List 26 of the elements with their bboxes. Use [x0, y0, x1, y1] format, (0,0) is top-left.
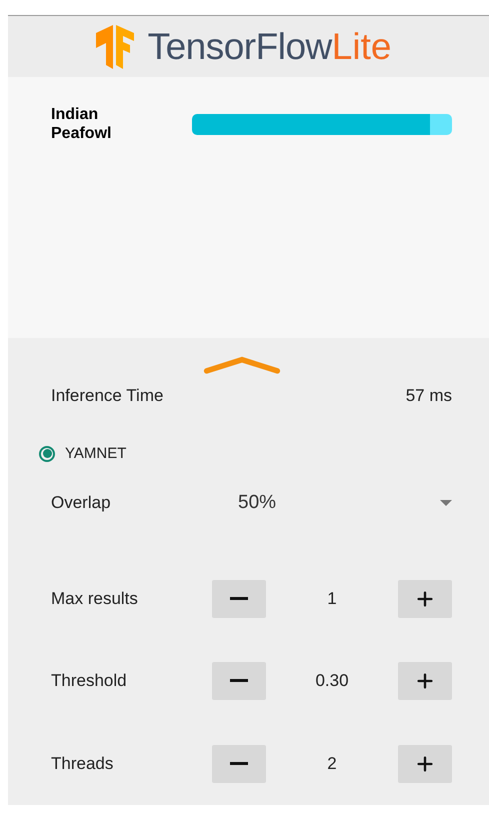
decrease-button[interactable]: [212, 580, 266, 618]
caret-icon: [440, 500, 452, 506]
setting-label: Threads: [51, 754, 114, 774]
model-label: YAMNET: [65, 445, 126, 462]
inference-value: 57 ms: [406, 386, 452, 406]
minus-icon: [230, 762, 248, 766]
setting-value: 1: [326, 588, 338, 609]
minus-icon: [230, 597, 248, 600]
increase-button[interactable]: [398, 580, 452, 618]
overlap-label: Overlap: [51, 492, 112, 513]
brand-suffix: Lite: [332, 26, 392, 66]
overlap-dropdown[interactable]: 50%: [216, 492, 452, 514]
increase-button[interactable]: [398, 662, 452, 700]
radio-button[interactable]: [39, 446, 55, 462]
setting-label: Max results: [51, 588, 139, 609]
inference-label: Inference Time: [51, 386, 164, 406]
increase-button[interactable]: [398, 744, 452, 783]
brand-title: TensorFlow: [148, 26, 332, 66]
minus-icon: [230, 679, 248, 682]
decrease-button[interactable]: [212, 744, 266, 783]
logo-icon: [96, 24, 134, 68]
setting-label: Threshold: [51, 670, 128, 691]
decrease-button[interactable]: [212, 662, 266, 700]
setting-value: 2: [326, 754, 338, 774]
setting-value: 0.30: [314, 670, 350, 691]
result-label: Indian Peafowl: [51, 105, 112, 143]
